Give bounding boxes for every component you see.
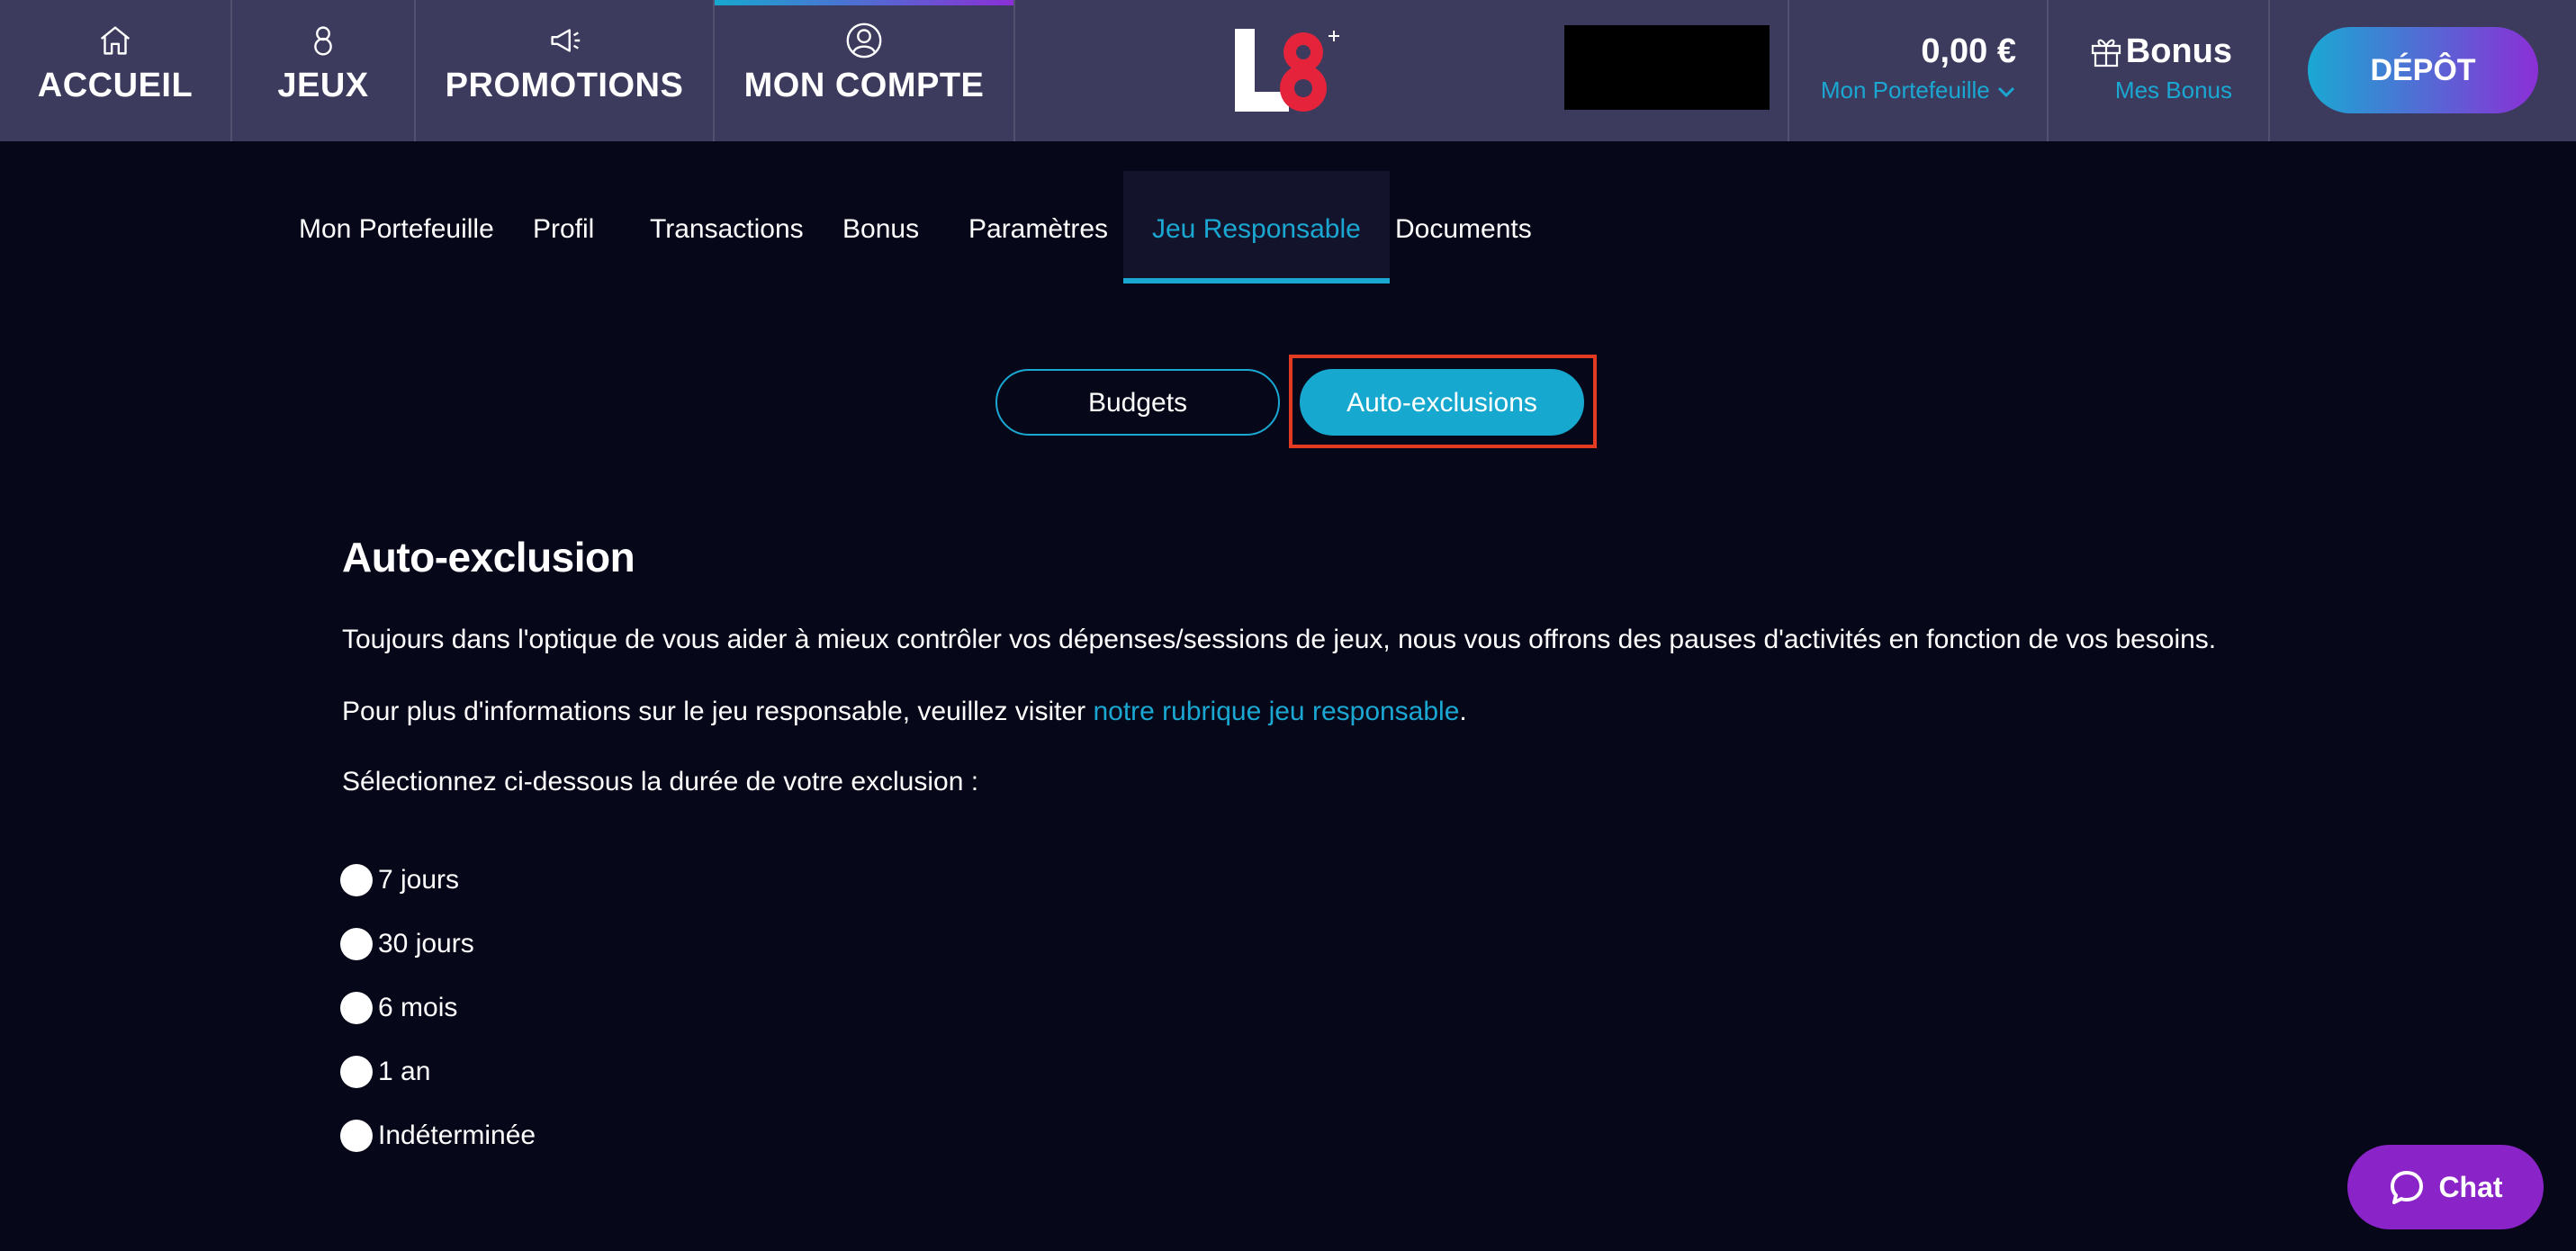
- highlight-box: [1289, 355, 1597, 448]
- nav-active-indicator: [715, 0, 1013, 5]
- gift-icon: [2091, 39, 2121, 68]
- chat-bubble-icon: [2391, 1171, 2424, 1204]
- bonus-summary[interactable]: Bonus Mes Bonus: [2088, 32, 2232, 104]
- megaphone-icon: [551, 29, 581, 52]
- wallet-dropdown[interactable]: Mon Portefeuille: [1791, 76, 2016, 104]
- option-label: 7 jours: [378, 865, 460, 895]
- budgets-toggle[interactable]: Budgets: [995, 369, 1280, 436]
- info-paragraph: Pour plus d'informations sur le jeu resp…: [342, 697, 1467, 727]
- home-icon: [100, 26, 131, 55]
- option-label: 30 jours: [378, 929, 474, 958]
- radio-button[interactable]: [340, 864, 373, 896]
- header-divider: [2047, 0, 2049, 141]
- option-label: 6 mois: [378, 993, 458, 1022]
- section-title: Auto-exclusion: [342, 534, 635, 580]
- intro-paragraph: Toujours dans l'optique de vous aider à …: [342, 625, 2217, 654]
- radio-button[interactable]: [340, 992, 373, 1024]
- nav-promotions[interactable]: PROMOTIONS: [416, 0, 715, 141]
- tab-jeu-responsable[interactable]: Jeu Responsable: [1123, 171, 1390, 284]
- header-divider: [2268, 0, 2270, 141]
- auto-exclusion-section: Auto-exclusion: [342, 533, 2412, 581]
- user-icon: [846, 22, 882, 58]
- select-instruction: Sélectionnez ci-dessous la durée de votr…: [342, 767, 979, 796]
- wallet-label: Mon Portefeuille: [1820, 76, 1990, 104]
- option-label: Indéterminée: [378, 1120, 536, 1150]
- tab-transactions[interactable]: Transactions: [621, 171, 833, 284]
- radio-button[interactable]: [340, 928, 373, 960]
- nav-mon-compte[interactable]: MON COMPTE: [715, 0, 1015, 141]
- radio-button[interactable]: [340, 1120, 373, 1152]
- nav-jeux[interactable]: JEUX: [232, 0, 416, 141]
- jeu-responsable-link[interactable]: notre rubrique jeu responsable: [1093, 697, 1459, 726]
- option-30-jours[interactable]: 30 jours: [340, 926, 474, 962]
- wallet-summary[interactable]: 0,00 € Mon Portefeuille: [1791, 32, 2016, 104]
- l8-logo[interactable]: [1231, 25, 1348, 115]
- tab-parametres[interactable]: Paramètres: [940, 171, 1137, 284]
- top-header: ACCUEIL JEUX PROMOTIONS MON COMPTE 0,00 …: [0, 0, 2576, 141]
- nav-promotions-label: PROMOTIONS: [445, 67, 684, 104]
- nav-accueil[interactable]: ACCUEIL: [0, 0, 232, 141]
- nav-accueil-label: ACCUEIL: [37, 67, 194, 104]
- account-tabs: Mon Portefeuille Profil Transactions Bon…: [0, 171, 2576, 284]
- info-suffix: .: [1459, 697, 1467, 726]
- eight-icon: [314, 26, 332, 56]
- tab-documents[interactable]: Documents: [1366, 171, 1561, 284]
- radio-button[interactable]: [340, 1056, 373, 1088]
- nav-mon-compte-label: MON COMPTE: [743, 67, 985, 104]
- tab-bonus[interactable]: Bonus: [814, 171, 948, 284]
- mes-bonus-link[interactable]: Mes Bonus: [2088, 76, 2232, 104]
- chat-label: Chat: [2438, 1170, 2503, 1203]
- option-7-jours[interactable]: 7 jours: [340, 862, 459, 898]
- tab-mon-portefeuille[interactable]: Mon Portefeuille: [270, 171, 523, 284]
- wallet-amount: 0,00 €: [1921, 32, 2016, 70]
- option-1-an[interactable]: 1 an: [340, 1054, 430, 1090]
- redacted-block: [1564, 25, 1770, 110]
- info-text: Pour plus d'informations sur le jeu resp…: [342, 697, 1094, 726]
- header-divider: [1788, 0, 1789, 141]
- nav-jeux-label: JEUX: [277, 67, 369, 104]
- chat-button[interactable]: Chat: [2347, 1145, 2544, 1229]
- depot-button[interactable]: DÉPÔT: [2308, 27, 2538, 113]
- chevron-down-icon: [1997, 87, 2015, 98]
- option-6-mois[interactable]: 6 mois: [340, 990, 457, 1026]
- tab-profil[interactable]: Profil: [504, 171, 623, 284]
- option-label: 1 an: [378, 1057, 431, 1086]
- option-indeterminee[interactable]: Indéterminée: [340, 1118, 536, 1154]
